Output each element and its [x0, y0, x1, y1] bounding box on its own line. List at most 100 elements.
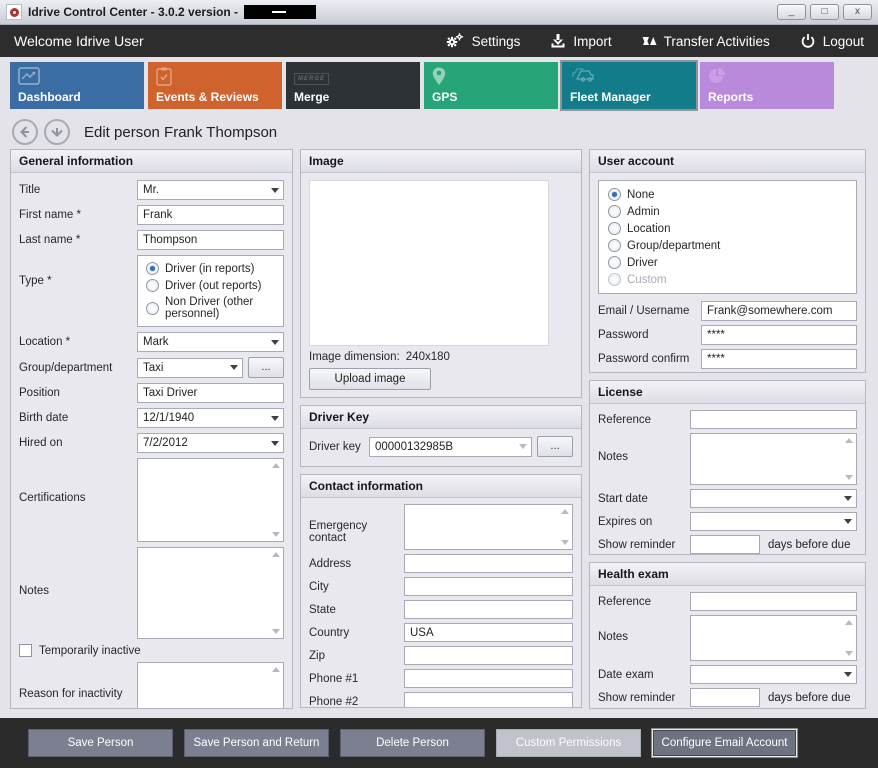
reason-for-inactivity-textarea[interactable]	[138, 663, 283, 709]
down-button[interactable]	[44, 119, 70, 145]
license-reminder-input[interactable]	[690, 535, 760, 554]
minimize-button[interactable]: _	[777, 4, 806, 20]
tab-reports[interactable]: Reports	[700, 62, 834, 109]
radio-icon	[608, 222, 621, 235]
scroll-up-icon[interactable]	[845, 620, 853, 625]
maximize-button[interactable]: □	[810, 4, 839, 20]
custom-permissions-button: Custom Permissions	[496, 729, 641, 757]
contact-information-panel: Contact information Emergency contact Ad…	[300, 474, 582, 708]
title-dropdown[interactable]: Mr.	[137, 180, 284, 200]
health-reference-input[interactable]	[690, 592, 857, 611]
password-confirm-input[interactable]	[701, 349, 857, 369]
first-name-input[interactable]	[137, 205, 284, 225]
tab-fleet-manager[interactable]: Fleet Manager	[562, 62, 696, 109]
location-label: Location *	[19, 336, 137, 348]
tab-merge[interactable]: MERGE Merge	[286, 62, 420, 109]
country-label: Country	[309, 627, 404, 639]
type-option-driver-out[interactable]: Driver (out reports)	[146, 279, 275, 292]
save-person-button[interactable]: Save Person	[28, 729, 173, 757]
radio-icon	[146, 262, 159, 275]
temporarily-inactive-checkbox[interactable]	[19, 644, 32, 657]
country-input[interactable]	[404, 623, 573, 642]
phone1-label: Phone #1	[309, 673, 404, 685]
certifications-textarea[interactable]	[138, 459, 283, 541]
save-person-return-button[interactable]: Save Person and Return	[184, 729, 329, 757]
city-input[interactable]	[404, 577, 573, 596]
location-dropdown[interactable]: Mark	[137, 332, 284, 352]
health-date-exam-dropdown[interactable]	[690, 665, 857, 684]
license-reference-input[interactable]	[690, 410, 857, 429]
scroll-down-icon[interactable]	[845, 475, 853, 480]
logout-button[interactable]: Logout	[800, 33, 864, 49]
upload-image-button[interactable]: Upload image	[309, 368, 431, 390]
driver-key-header: Driver Key	[301, 406, 581, 429]
scroll-down-icon[interactable]	[561, 540, 569, 545]
last-name-label: Last name *	[19, 234, 137, 246]
address-input[interactable]	[404, 554, 573, 573]
close-button[interactable]: x	[843, 4, 872, 20]
account-option-driver[interactable]: Driver	[608, 256, 847, 269]
scroll-up-icon[interactable]	[845, 438, 853, 443]
license-expires-label: Expires on	[598, 516, 690, 528]
dropdown-arrow-icon	[266, 188, 283, 193]
license-notes-textarea[interactable]	[691, 434, 856, 484]
account-option-location[interactable]: Location	[608, 222, 847, 235]
back-button[interactable]	[12, 119, 38, 145]
state-input[interactable]	[404, 600, 573, 619]
radio-icon	[146, 279, 159, 292]
tab-dashboard[interactable]: Dashboard	[10, 62, 144, 109]
hired-on-dropdown[interactable]: 7/2/2012	[137, 433, 284, 453]
license-expires-dropdown[interactable]	[690, 512, 857, 531]
driver-key-dropdown[interactable]: 00000132985B	[369, 437, 532, 457]
account-option-group-department[interactable]: Group/department	[608, 239, 847, 252]
transfer-activities-button[interactable]: Transfer Activities	[642, 33, 770, 49]
window-title: Idrive Control Center - 3.0.2 version -	[28, 5, 238, 19]
dropdown-arrow-icon	[514, 444, 531, 449]
welcome-text: Welcome Idrive User	[14, 33, 144, 49]
scroll-up-icon[interactable]	[272, 667, 280, 672]
type-option-driver-in[interactable]: Driver (in reports)	[146, 262, 275, 275]
group-department-more-button[interactable]: ...	[248, 357, 284, 378]
position-input[interactable]	[137, 383, 284, 403]
tab-fleet-manager-label: Fleet Manager	[570, 90, 651, 104]
birth-date-dropdown[interactable]: 12/1/1940	[137, 408, 284, 428]
delete-person-button[interactable]: Delete Person	[340, 729, 485, 757]
scroll-up-icon[interactable]	[272, 463, 280, 468]
health-exam-header: Health exam	[590, 563, 865, 586]
driver-key-more-button[interactable]: ...	[537, 436, 573, 457]
health-notes-textarea[interactable]	[691, 616, 856, 660]
password-confirm-label: Password confirm	[598, 353, 701, 365]
tab-gps[interactable]: GPS	[424, 62, 558, 109]
phone2-input[interactable]	[404, 692, 573, 708]
tab-events-reviews[interactable]: Events & Reviews	[148, 62, 282, 109]
zip-input[interactable]	[404, 646, 573, 665]
settings-button[interactable]: Settings	[445, 33, 521, 49]
account-option-none[interactable]: None	[608, 188, 847, 201]
notes-textarea-wrap	[137, 547, 284, 639]
transfer-activities-label: Transfer Activities	[664, 34, 770, 49]
scroll-down-icon[interactable]	[272, 532, 280, 537]
license-start-date-dropdown[interactable]	[690, 489, 857, 508]
group-department-dropdown[interactable]: Taxi	[137, 358, 243, 378]
app-icon	[6, 4, 22, 20]
emergency-contact-textarea[interactable]	[405, 505, 572, 549]
notes-textarea[interactable]	[138, 548, 283, 638]
last-name-input[interactable]	[137, 230, 284, 250]
email-username-input[interactable]	[701, 301, 857, 321]
power-icon	[800, 33, 816, 49]
dropdown-arrow-icon	[225, 365, 242, 370]
type-option-non-driver[interactable]: Non Driver (other personnel)	[146, 296, 275, 320]
account-option-admin[interactable]: Admin	[608, 205, 847, 218]
phone1-input[interactable]	[404, 669, 573, 688]
scroll-up-icon[interactable]	[561, 509, 569, 514]
person-image-placeholder	[309, 180, 549, 346]
scroll-down-icon[interactable]	[272, 629, 280, 634]
scroll-up-icon[interactable]	[272, 552, 280, 557]
back-arrow-icon	[18, 125, 32, 139]
scroll-down-icon[interactable]	[845, 651, 853, 656]
import-button[interactable]: Import	[550, 33, 611, 49]
reason-textarea-wrap	[137, 662, 284, 709]
password-input[interactable]	[701, 325, 857, 345]
health-reminder-input[interactable]	[690, 688, 760, 707]
configure-email-account-button[interactable]: Configure Email Account	[652, 729, 797, 757]
